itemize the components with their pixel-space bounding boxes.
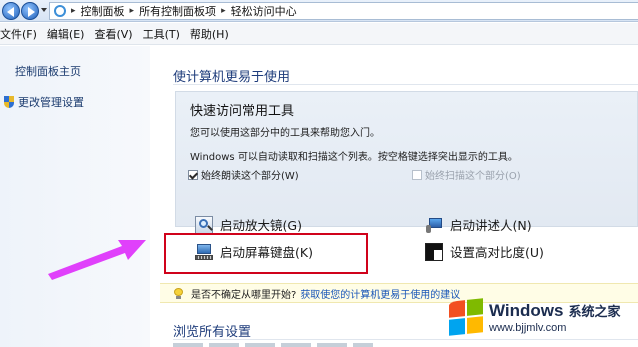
watermark-site-name: 系统之家 [568,304,621,320]
control-panel-icon [54,5,66,17]
tip-recommendations-link[interactable]: 获取使您的计算机更易于使用的建议 [300,286,460,301]
breadcrumb-ease-of-access[interactable]: 轻松访问中心 [231,3,297,19]
checkbox-unchecked-icon[interactable] [412,169,422,180]
forward-button[interactable] [21,2,39,20]
browse-all-settings-title: 浏览所有设置 [173,325,252,340]
menu-file[interactable]: 文件(F) [0,26,43,42]
breadcrumb-separator-icon[interactable]: ▸ [130,6,135,16]
start-narrator-label: 启动讲述人(N) [450,218,532,233]
watermark-url: www.bjjmlv.com [489,321,567,334]
always-scan-checkbox[interactable]: 始终扫描这个部分(O) [412,167,521,182]
menu-help[interactable]: 帮助(H) [190,26,235,42]
back-arrow-icon [7,7,14,17]
history-dropdown-icon[interactable] [41,8,47,12]
uac-shield-icon [4,96,14,108]
watermark-brand: Windows [489,300,564,320]
always-read-label: 始终朗读这个部分(W) [201,171,299,182]
left-pane: 控制面板主页 更改管理设置 [0,46,150,347]
checkbox-checked-icon[interactable] [188,169,198,180]
start-magnifier-link[interactable]: 启动放大镜(G) [195,215,302,234]
annotation-arrow-icon [48,240,146,280]
breadcrumb[interactable]: ▸ 控制面板 ▸ 所有控制面板项 ▸ 轻松访问中心 [49,2,638,20]
high-contrast-label: 设置高对比度(U) [450,245,544,260]
high-contrast-icon [425,242,443,261]
set-high-contrast-link[interactable]: 设置高对比度(U) [425,242,544,261]
sidebar-item-label: 更改管理设置 [18,96,84,109]
sidebar-item-admin-settings[interactable]: 更改管理设置 [4,94,84,110]
breadcrumb-control-panel[interactable]: 控制面板 [81,3,125,19]
breadcrumb-separator-icon[interactable]: ▸ [221,6,226,16]
sidebar-item-home[interactable]: 控制面板主页 [15,63,81,79]
menu-edit[interactable]: 编辑(E) [47,26,91,42]
browse-subtext-cutoff [173,343,373,347]
quick-access-description: 您可以使用这部分中的工具来帮助您入门。 [190,128,380,139]
menu-tools[interactable]: 工具(T) [143,26,186,42]
tip-question: 是否不确定从哪里开始? [191,289,297,301]
quick-access-title: 快速访问常用工具 [190,104,295,119]
windows-logo-icon [449,298,483,336]
always-scan-label: 始终扫描这个部分(O) [425,171,521,182]
start-narrator-link[interactable]: 启动讲述人(N) [425,215,532,234]
quick-access-scan-description: Windows 可以自动读取和扫描这个列表。按空格键选择突出显示的工具。 [190,152,518,163]
lightbulb-icon [174,287,183,299]
forward-arrow-icon [28,7,35,17]
breadcrumb-all-items[interactable]: 所有控制面板项 [139,3,216,19]
title-divider [173,84,638,85]
quick-access-panel: 快速访问常用工具 您可以使用这部分中的工具来帮助您入门。 Windows 可以自… [175,91,638,227]
address-bar: ▸ 控制面板 ▸ 所有控制面板项 ▸ 轻松访问中心 [0,0,638,22]
magnifier-icon [195,215,213,234]
watermark: Windows 系统之家 www.bjjmlv.com [449,292,634,342]
narrator-icon [425,216,443,234]
menu-view[interactable]: 查看(V) [94,26,138,42]
breadcrumb-separator-icon[interactable]: ▸ [71,6,76,16]
back-button[interactable] [2,2,20,20]
start-magnifier-label: 启动放大镜(G) [220,218,302,233]
always-read-checkbox[interactable]: 始终朗读这个部分(W) [188,167,299,182]
menu-bar: 文件(F) 编辑(E) 查看(V) 工具(T) 帮助(H) [0,23,638,45]
page-title: 使计算机更易于使用 [173,70,291,85]
highlight-box [164,233,368,274]
